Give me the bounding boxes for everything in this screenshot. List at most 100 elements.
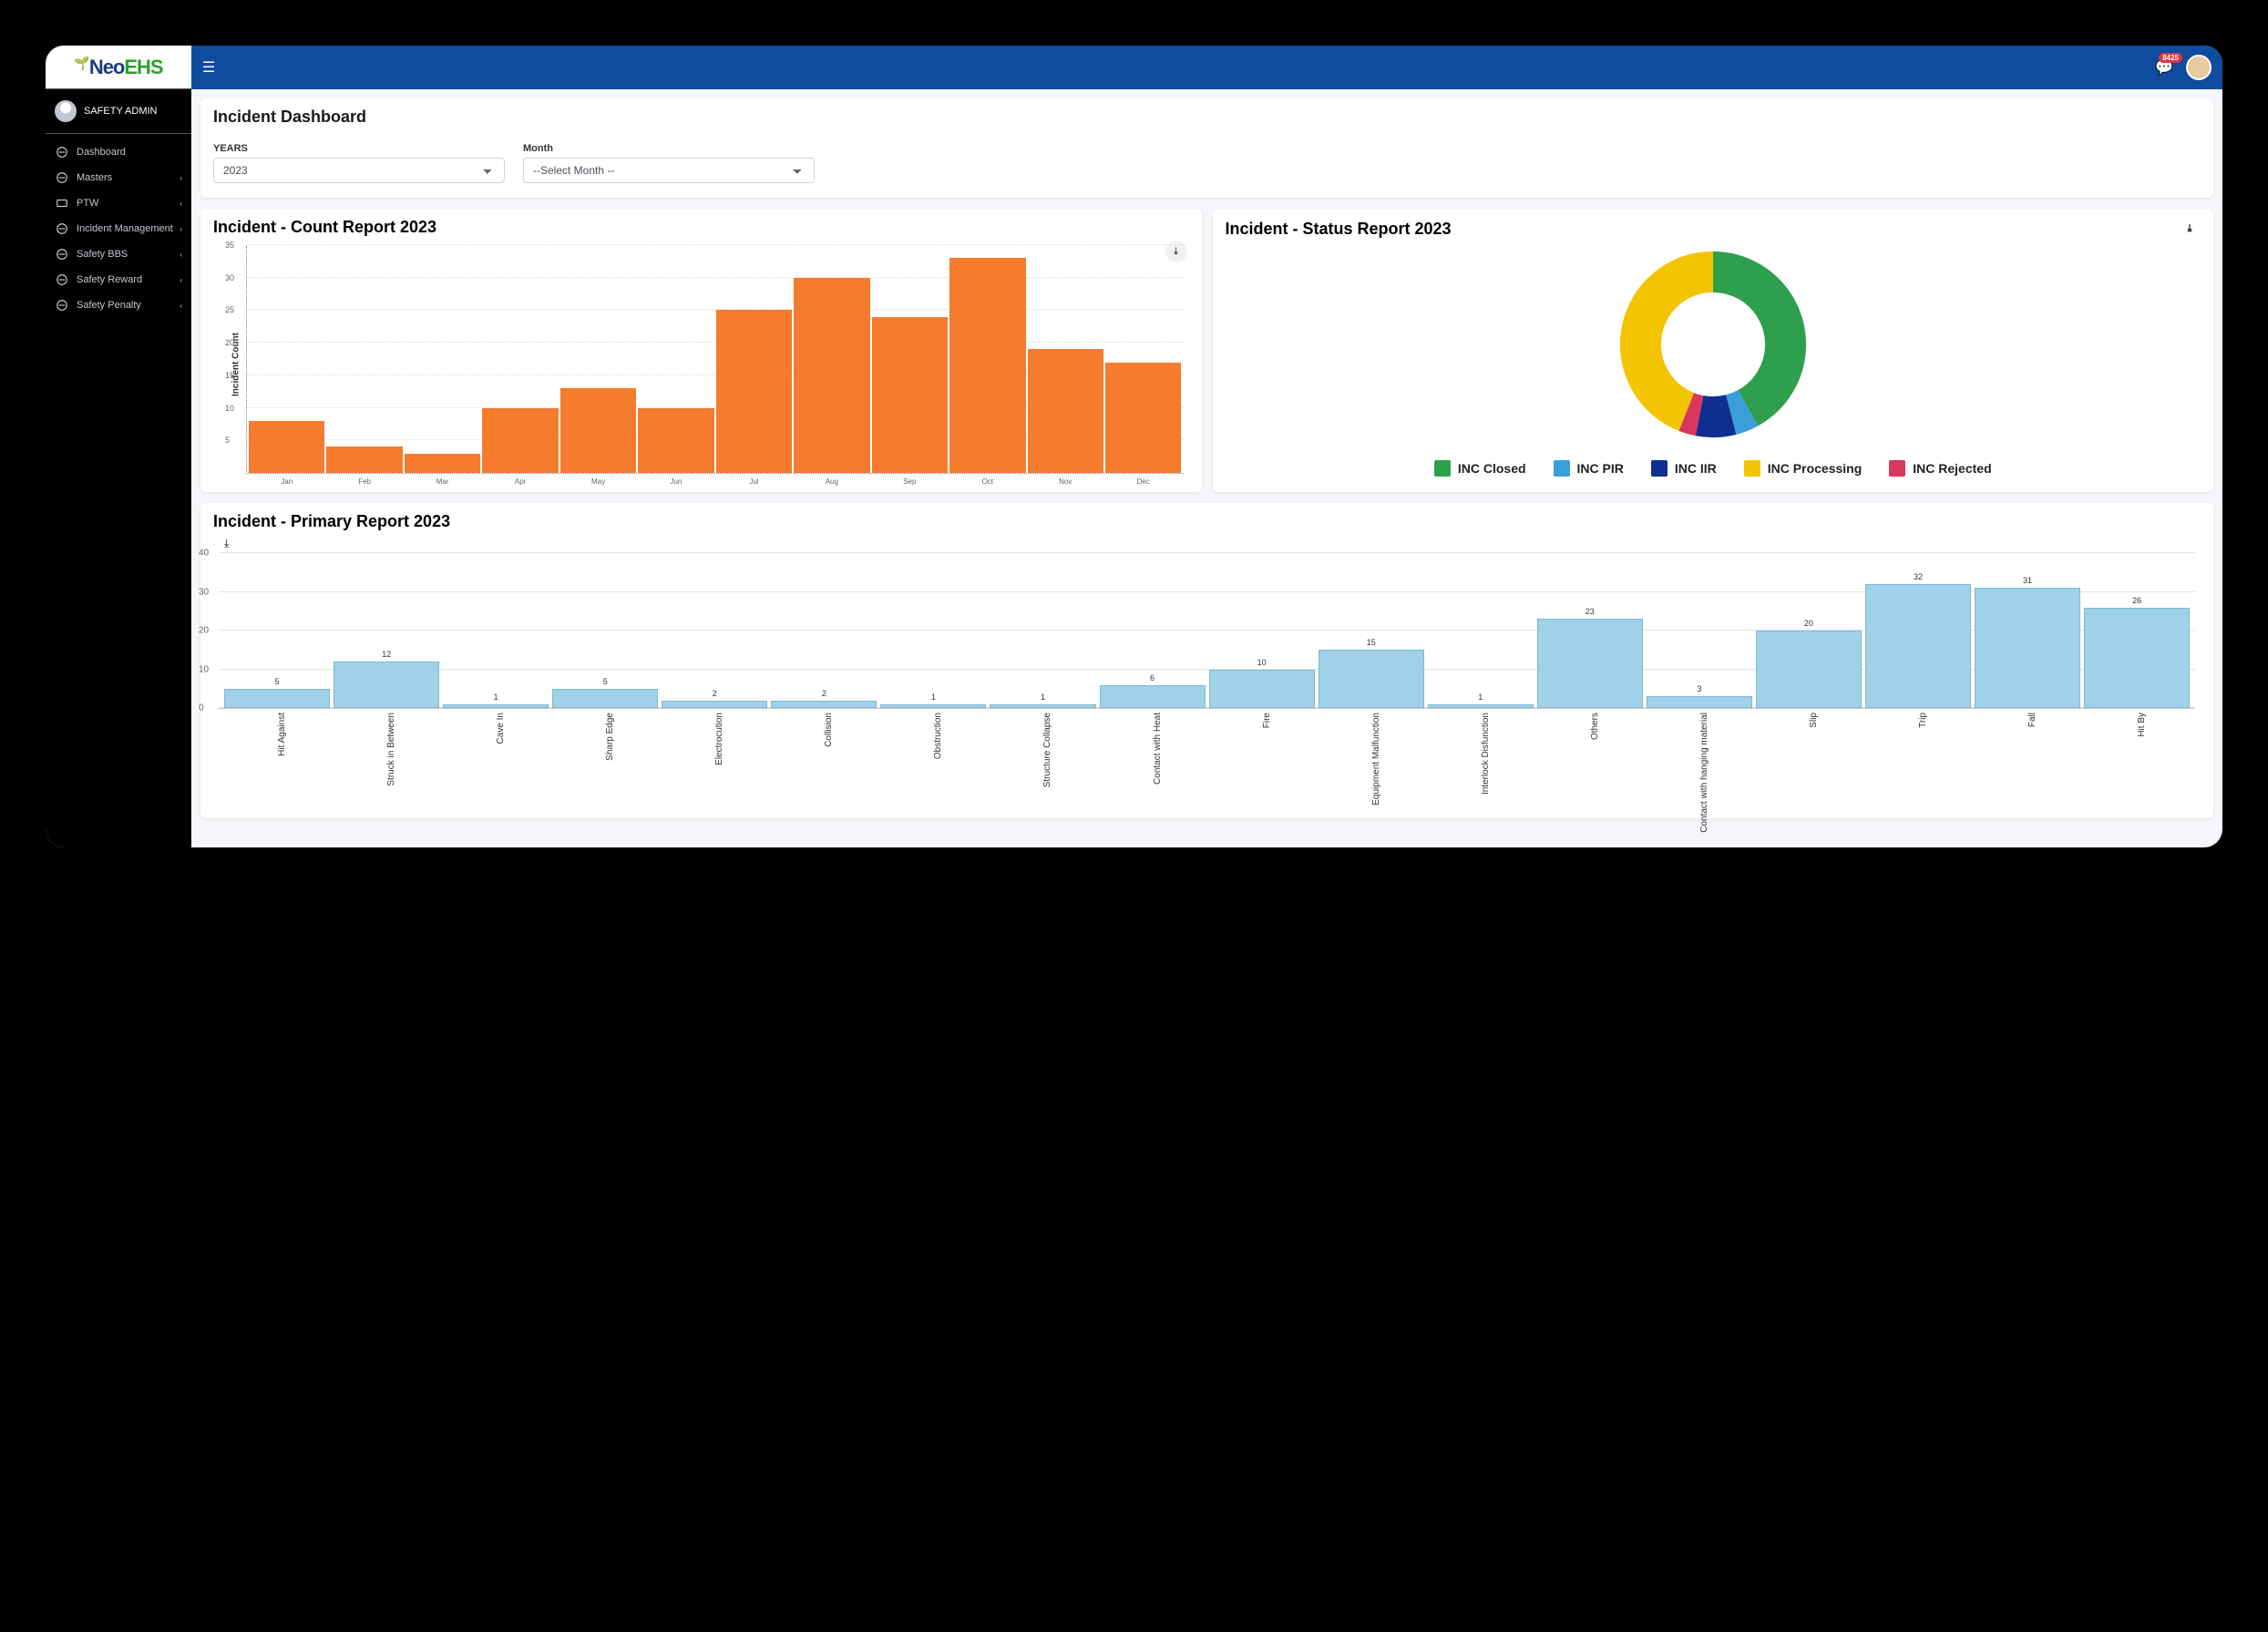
chevron-left-icon: ‹: [180, 200, 182, 208]
legend-swatch: [1889, 460, 1905, 477]
notification-icon[interactable]: 💬 8425: [2155, 58, 2173, 77]
bar: 2Collision: [771, 701, 877, 709]
primary-report-title: Incident - Primary Report 2023: [213, 512, 450, 531]
bar-value: 6: [1150, 673, 1155, 683]
sidebar-item-safety-penalty[interactable]: Safety Penalty ‹: [46, 293, 191, 318]
legend-item: INC Processing: [1744, 460, 1862, 477]
y-tick: 30: [199, 587, 209, 597]
nav-icon: [55, 298, 69, 313]
sidebar-item-ptw[interactable]: PTW ‹: [46, 190, 191, 216]
bar: Mar: [405, 454, 480, 473]
bar-value: 1: [494, 693, 498, 702]
sidebar-item-incident-management[interactable]: Incident Management ‹: [46, 216, 191, 241]
sidebar-user[interactable]: SAFETY ADMIN: [46, 89, 191, 134]
legend-item: INC Closed: [1434, 460, 1526, 477]
sidebar-item-label: Safety Penalty: [77, 300, 141, 311]
bar: 1Obstruction: [880, 704, 986, 708]
x-tick: Contact with Heat: [1153, 713, 1163, 785]
y-tick: 30: [225, 273, 234, 282]
primary-report-chart: ⤓ 0102030405Hit Against12Struck in Betwe…: [200, 531, 2213, 818]
bar: 15Equipment Malfunction: [1319, 650, 1424, 708]
nav-icon: [55, 247, 69, 262]
y-tick: 5: [225, 436, 230, 445]
nav-icon: [55, 196, 69, 210]
bar-value: 23: [1586, 607, 1595, 616]
x-tick: Jun: [671, 477, 682, 486]
chevron-left-icon: ‹: [180, 302, 182, 310]
sidebar-item-safety-bbs[interactable]: Safety BBS‹: [46, 241, 191, 267]
sidebar-user-name: SAFETY ADMIN: [84, 106, 157, 117]
x-tick: Contact with hanging material: [1699, 713, 1709, 833]
y-tick: 25: [225, 305, 234, 314]
x-tick: Collision: [824, 713, 834, 747]
x-tick: Electrocution: [714, 713, 724, 765]
nav-icon: [55, 145, 69, 159]
dashboard-header-card: Incident Dashboard YEARS 2023 Month --Se…: [200, 98, 2213, 198]
legend-item: INC PIR: [1554, 460, 1624, 477]
x-tick: Struck in Between: [386, 713, 396, 786]
avatar-icon: [55, 100, 77, 122]
count-report-title: Incident - Count Report 2023: [213, 218, 436, 237]
bar: 2Electrocution: [662, 701, 767, 709]
sidebar-item-dashboard[interactable]: Dashboard: [46, 139, 191, 165]
sidebar-item-label: PTW: [77, 198, 98, 209]
donut-slice: [1618, 251, 1807, 439]
x-tick: Mar: [436, 477, 449, 486]
user-avatar[interactable]: [2186, 55, 2212, 80]
bar: 3Contact with hanging material: [1647, 696, 1752, 708]
bar: Oct: [949, 258, 1025, 473]
sidebar-item-label: Dashboard: [77, 147, 126, 158]
primary-report-card: Incident - Primary Report 2023 ⤓ 0102030…: [200, 503, 2213, 818]
sidebar-item-masters[interactable]: Masters‹: [46, 165, 191, 190]
status-report-card: Incident - Status Report 2023 ⤓ INC Clos…: [1213, 209, 2214, 492]
bar: 23Others: [1537, 619, 1643, 708]
years-label: YEARS: [213, 143, 505, 154]
bar-value: 5: [275, 677, 280, 686]
bar: Aug: [794, 278, 869, 473]
legend-swatch: [1651, 460, 1668, 477]
y-tick: 10: [225, 404, 234, 413]
x-tick: Fall: [2027, 713, 2037, 727]
x-tick: Hit By: [2137, 713, 2147, 737]
bar: 1Structure Collapse: [990, 704, 1095, 708]
bar-value: 10: [1257, 658, 1267, 667]
legend-swatch: [1554, 460, 1570, 477]
menu-toggle-icon[interactable]: ☰: [202, 58, 215, 77]
bar: Sep: [872, 317, 948, 473]
bar: Jan: [249, 421, 324, 473]
bar-value: 26: [2132, 596, 2141, 605]
month-select[interactable]: --Select Month --: [523, 158, 815, 183]
y-tick: 20: [199, 626, 209, 636]
bar: 10Fire: [1209, 670, 1315, 709]
bar: 20Slip: [1756, 631, 1862, 708]
bar-value: 1: [1478, 693, 1483, 702]
status-legend: INC ClosedINC PIRINC IIRINC ProcessingIN…: [1213, 449, 2214, 491]
chevron-left-icon: ‹: [180, 225, 182, 233]
bar-value: 2: [822, 689, 826, 698]
x-tick: Nov: [1059, 477, 1072, 486]
x-tick: Feb: [358, 477, 371, 486]
bar: 1Cave In: [443, 704, 549, 708]
sidebar-item-label: Incident Management: [77, 223, 173, 234]
bar: Apr: [482, 408, 558, 473]
download-icon[interactable]: ⤓: [2179, 218, 2201, 240]
sidebar-item-safety-reward[interactable]: Safety Reward‹: [46, 267, 191, 293]
bar: 1Interlock Disfunction: [1428, 704, 1534, 708]
years-select[interactable]: 2023: [213, 158, 505, 183]
bar: Feb: [326, 446, 402, 473]
x-tick: Fire: [1262, 713, 1272, 728]
page-title: Incident Dashboard: [200, 98, 2213, 136]
x-tick: Obstruction: [933, 713, 943, 759]
chevron-left-icon: ‹: [180, 251, 182, 259]
logo-neo: Neo: [89, 56, 125, 78]
x-tick: Dec: [1137, 477, 1150, 486]
nav-icon: [55, 170, 69, 185]
x-tick: Jul: [749, 477, 758, 486]
legend-item: INC IIR: [1651, 460, 1717, 477]
count-report-card: Incident - Count Report 2023 ⤓ Incident …: [200, 209, 1202, 492]
bar-value: 15: [1367, 638, 1376, 647]
y-tick: 0: [199, 703, 204, 713]
x-tick: May: [591, 477, 605, 486]
bar: 32Trip: [1865, 584, 1971, 708]
x-tick: Oct: [982, 477, 993, 486]
